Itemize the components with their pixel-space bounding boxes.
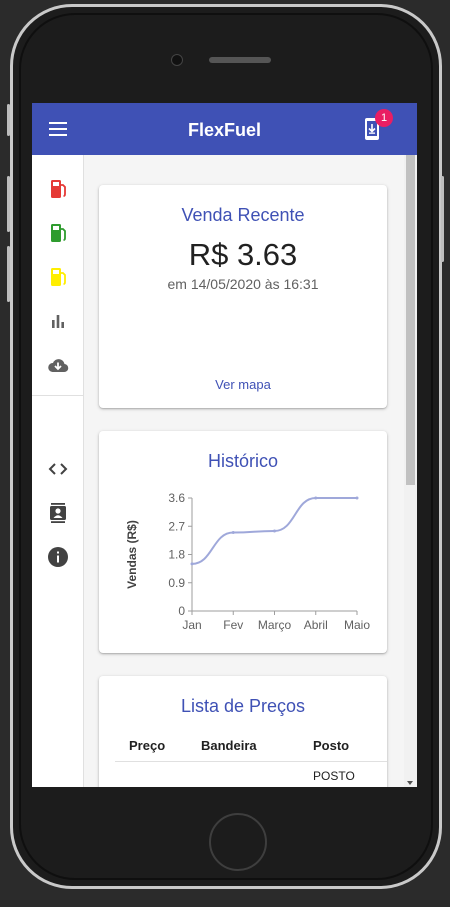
- x-tick-label: Abril: [304, 618, 328, 632]
- column-header-brand[interactable]: Bandeira: [201, 738, 257, 753]
- data-point: [355, 496, 359, 500]
- info-icon[interactable]: [46, 545, 70, 569]
- x-tick-label: Jan: [182, 618, 201, 632]
- mute-switch[interactable]: [7, 104, 10, 136]
- scrollbar[interactable]: [404, 155, 417, 787]
- cloud-download-icon[interactable]: [46, 353, 70, 377]
- scroll-down-arrow[interactable]: [407, 781, 413, 785]
- x-tick-label: Março: [258, 618, 292, 632]
- x-tick-label: Fev: [223, 618, 243, 632]
- data-point: [190, 562, 194, 566]
- card-title: Venda Recente: [181, 205, 305, 225]
- scrollbar-thumb[interactable]: [406, 155, 415, 485]
- history-line-chart: 0 0.9 1.8 2.7 3.6 Jan Fev Março Abril Maio Vendas …: [125, 491, 370, 632]
- price-list-card: Lista de Preços Preço Bandeira Posto POS…: [99, 676, 387, 787]
- power-button[interactable]: [441, 176, 444, 262]
- fuel-pump-yellow-icon[interactable]: [46, 265, 70, 289]
- contacts-icon[interactable]: [46, 501, 70, 525]
- notification-badge: 1: [375, 109, 393, 127]
- table-cell: POSTO: [313, 769, 355, 783]
- volume-down-button[interactable]: [7, 246, 10, 302]
- app-title: FlexFuel: [187, 120, 262, 140]
- app-screen: FlexFuel 1 Venda Recente R$ 3.63 em 14/0…: [32, 103, 417, 787]
- fuel-pump-green-icon[interactable]: [46, 221, 70, 245]
- recent-price: R$ 3.63: [188, 237, 298, 272]
- sale-datetime: em 14/05/2020 às 16:31: [167, 276, 319, 292]
- main-content: Venda Recente R$ 3.63 em 14/05/2020 às 1…: [83, 155, 404, 787]
- speaker-grille: [209, 57, 271, 63]
- y-tick-label: 3.6: [168, 491, 185, 505]
- recent-sale-card: Venda Recente R$ 3.63 em 14/05/2020 às 1…: [99, 185, 387, 408]
- data-point: [314, 496, 318, 500]
- column-header-price[interactable]: Preço: [129, 738, 165, 753]
- front-camera: [171, 54, 183, 66]
- side-nav: [32, 155, 84, 787]
- data-point: [231, 531, 235, 535]
- nav-divider: [32, 395, 83, 396]
- y-tick-label: 0.9: [168, 576, 185, 590]
- card-title: Lista de Preços: [180, 696, 306, 716]
- history-card: Histórico 0 0.9 1.8 2.7 3.6 Jan Fev Março Abril M…: [99, 431, 387, 653]
- column-header-station[interactable]: Posto: [313, 738, 349, 753]
- code-icon[interactable]: [46, 457, 70, 481]
- app-bar: FlexFuel 1: [32, 103, 417, 155]
- fuel-pump-red-icon[interactable]: [46, 177, 70, 201]
- bar-chart-icon[interactable]: [46, 309, 70, 333]
- map-link[interactable]: Ver mapa: [99, 377, 387, 392]
- home-button[interactable]: [209, 813, 267, 871]
- y-tick-label: 0: [178, 604, 185, 618]
- y-axis-label: Vendas (R$): [125, 520, 139, 589]
- x-tick-label: Maio: [344, 618, 370, 632]
- y-tick-label: 2.7: [168, 519, 185, 533]
- volume-up-button[interactable]: [7, 176, 10, 232]
- y-tick-label: 1.8: [168, 548, 185, 562]
- data-point: [273, 529, 276, 533]
- table-divider: [115, 761, 387, 762]
